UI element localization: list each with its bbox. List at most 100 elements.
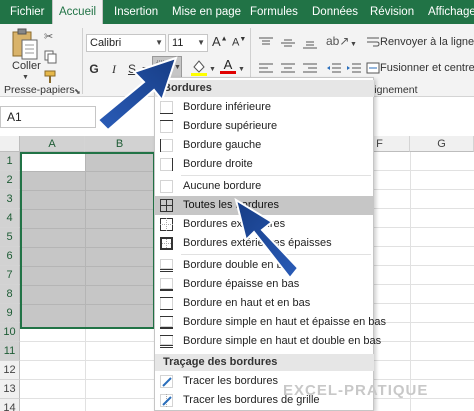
align-right-icon[interactable] xyxy=(302,62,318,76)
font-size-combo[interactable]: 11 ▼ xyxy=(168,34,208,52)
no-border-icon xyxy=(160,180,173,193)
top-double-bottom-border-icon xyxy=(160,335,173,348)
paste-icon[interactable] xyxy=(10,28,40,62)
align-middle-icon[interactable] xyxy=(280,36,296,50)
decrease-font-icon[interactable]: A▼ xyxy=(232,36,246,49)
decrease-indent-icon[interactable] xyxy=(326,62,342,76)
menu-separator xyxy=(181,175,371,176)
font-name-value: Calibri xyxy=(90,37,122,49)
tab-formules[interactable]: Formules xyxy=(244,0,304,24)
draw-border-icon xyxy=(160,375,173,388)
menu-item-border-bottom[interactable]: Bordure inférieure xyxy=(155,98,374,117)
row-header[interactable]: 6 xyxy=(0,247,20,266)
menu-item-label: Bordure en haut et en bas xyxy=(183,297,311,309)
menu-item-top-thick-bottom-border[interactable]: Bordure simple en haut et épaisse en bas xyxy=(155,313,386,332)
menu-item-label: Bordure simple en haut et épaisse en bas xyxy=(183,316,387,328)
cell-selection-range[interactable] xyxy=(20,152,155,329)
menu-item-border-right[interactable]: Bordure droite xyxy=(155,155,374,174)
tab-accueil[interactable]: Accueil xyxy=(52,0,104,24)
menu-item-label: Bordure simple en haut et double en bas xyxy=(183,335,382,347)
menu-section-header: Bordures xyxy=(155,80,374,97)
top-thick-bottom-border-icon xyxy=(160,316,173,329)
row-header[interactable]: 2 xyxy=(0,171,20,190)
font-size-value: 11 xyxy=(172,37,184,49)
menu-item-label: Bordure gauche xyxy=(183,139,262,151)
fill-color-icon[interactable] xyxy=(190,58,208,76)
row-header[interactable]: 11 xyxy=(0,342,20,361)
thick-outside-borders-icon xyxy=(160,237,173,250)
draw-border-grid-icon xyxy=(160,394,173,407)
format-painter-icon[interactable] xyxy=(44,70,58,83)
wrap-text-icon[interactable] xyxy=(366,36,380,48)
row-header[interactable]: 13 xyxy=(0,380,20,399)
menu-item-border-top[interactable]: Bordure supérieure xyxy=(155,117,374,136)
copy-icon[interactable] xyxy=(44,50,58,64)
menu-item-label: Aucune bordure xyxy=(183,180,262,192)
row-header[interactable]: 8 xyxy=(0,285,20,304)
row-header[interactable]: 4 xyxy=(0,209,20,228)
align-bottom-icon[interactable] xyxy=(302,36,318,50)
outside-borders-icon xyxy=(160,218,173,231)
column-header[interactable]: G xyxy=(410,136,474,152)
chevron-down-icon[interactable]: ▼ xyxy=(197,35,205,51)
font-color-dropdown-icon[interactable]: ▼ xyxy=(238,66,245,73)
selection-gridlines xyxy=(22,154,153,327)
clipboard-group-label: Presse-papiers xyxy=(4,84,75,96)
column-header[interactable]: A xyxy=(20,136,85,152)
increase-indent-icon[interactable] xyxy=(346,62,362,76)
orientation-dropdown-icon[interactable]: ▼ xyxy=(350,41,357,48)
tab-revision[interactable]: Révision xyxy=(364,0,420,24)
paste-dropdown-icon[interactable]: ▼ xyxy=(22,74,29,81)
tab-mise-en-page[interactable]: Mise en page xyxy=(166,0,247,24)
orientation-icon[interactable]: ab↗ xyxy=(326,34,349,50)
wrap-text-button[interactable]: Renvoyer à la ligne auto xyxy=(380,36,474,48)
fill-color-dropdown-icon[interactable]: ▼ xyxy=(209,66,216,73)
chevron-down-icon[interactable]: ▼ xyxy=(155,35,163,51)
row-header[interactable]: 5 xyxy=(0,228,20,247)
tab-fichier[interactable]: Fichier xyxy=(4,0,51,24)
annotation-arrow-icon xyxy=(234,197,300,280)
align-left-icon[interactable] xyxy=(258,62,274,76)
excel-window: Fichier Accueil Insertion Mise en page F… xyxy=(0,0,474,411)
merge-center-icon[interactable] xyxy=(366,62,380,74)
active-cell[interactable] xyxy=(22,154,85,171)
thick-bottom-border-icon xyxy=(160,278,173,291)
menu-item-top-bottom-border[interactable]: Bordure en haut et en bas xyxy=(155,294,374,313)
menu-item-no-border[interactable]: Aucune bordure xyxy=(155,177,374,196)
row-header[interactable]: 14 xyxy=(0,399,20,411)
paste-button-label[interactable]: Coller xyxy=(12,60,41,72)
menu-item-label: Bordure droite xyxy=(183,158,253,170)
top-bottom-border-icon xyxy=(160,297,173,310)
row-header[interactable]: 1 xyxy=(0,152,20,171)
font-name-combo[interactable]: Calibri ▼ xyxy=(86,34,166,52)
select-all-corner[interactable] xyxy=(0,136,20,152)
row-header[interactable]: 3 xyxy=(0,190,20,209)
bottom-double-border-icon xyxy=(160,259,173,272)
watermark-logo: EXCEL-PRATIQUE xyxy=(283,382,429,399)
menu-section-header: Traçage des bordures xyxy=(155,354,374,371)
tab-donnees[interactable]: Données xyxy=(306,0,364,24)
menu-item-label: Tracer les bordures xyxy=(183,375,278,387)
annotation-arrow-icon xyxy=(96,56,178,132)
menu-item-label: Bordure inférieure xyxy=(183,101,272,113)
increase-font-icon[interactable]: A▲ xyxy=(212,34,228,49)
menu-item-border-left[interactable]: Bordure gauche xyxy=(155,136,374,155)
row-header[interactable]: 12 xyxy=(0,361,20,380)
row-header[interactable]: 7 xyxy=(0,266,20,285)
align-top-icon[interactable] xyxy=(258,36,274,50)
tab-insertion[interactable]: Insertion xyxy=(108,0,164,24)
tab-affichage[interactable]: Affichage xyxy=(422,0,474,24)
all-borders-icon xyxy=(160,199,173,212)
name-box[interactable]: A1 xyxy=(0,106,96,128)
border-right-icon xyxy=(160,158,173,171)
menu-item-top-double-bottom-border[interactable]: Bordure simple en haut et double en bas xyxy=(155,332,381,351)
cut-icon[interactable]: ✂ xyxy=(44,30,58,43)
clipboard-launcher-icon[interactable]: ⬊ xyxy=(74,87,82,96)
row-header[interactable]: 10 xyxy=(0,323,20,342)
merge-center-button[interactable]: Fusionner et centrer xyxy=(380,62,474,74)
row-header[interactable]: 9 xyxy=(0,304,20,323)
font-color-icon[interactable]: A xyxy=(220,57,236,75)
menu-item-label: Bordure supérieure xyxy=(183,120,278,132)
align-center-icon[interactable] xyxy=(280,62,296,76)
alignment-group-label: lignement xyxy=(372,84,418,96)
